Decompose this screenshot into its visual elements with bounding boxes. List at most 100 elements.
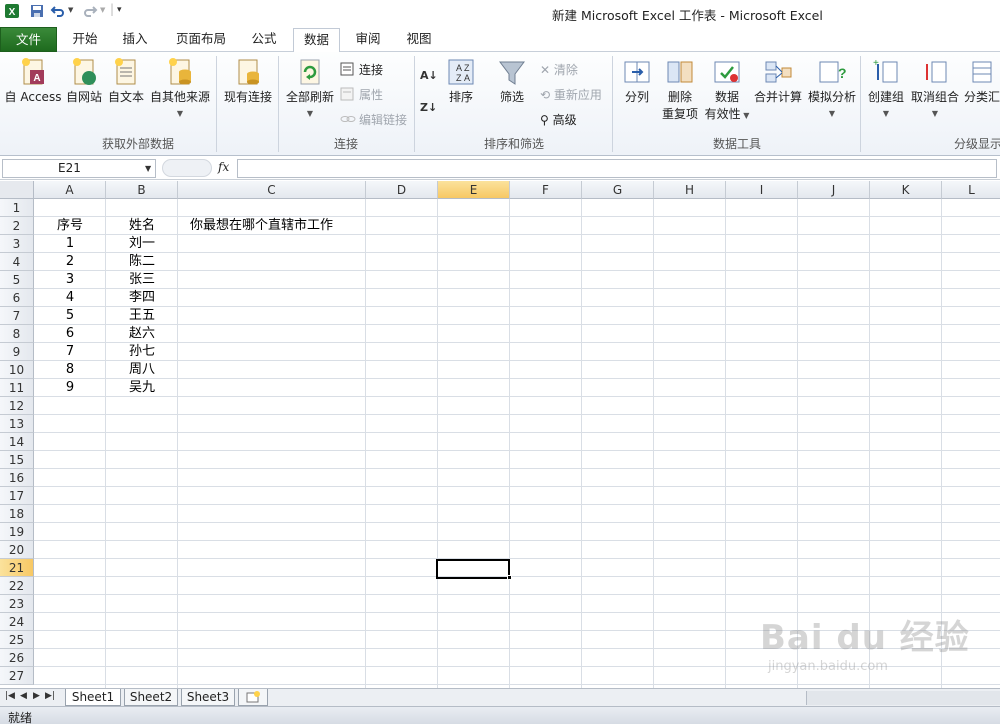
- cell-a4[interactable]: 2: [34, 253, 106, 271]
- from-other-sources-button[interactable]: 自其他来源 ▼: [148, 56, 212, 119]
- row-header-13[interactable]: 13: [0, 415, 34, 433]
- column-header-k[interactable]: K: [870, 181, 942, 199]
- cell-b11[interactable]: 吴九: [106, 379, 178, 397]
- row-header-5[interactable]: 5: [0, 271, 34, 289]
- row-header-18[interactable]: 18: [0, 505, 34, 523]
- connections-button[interactable]: 连接: [340, 61, 383, 78]
- existing-connections-button[interactable]: 现有连接: [220, 56, 276, 105]
- row-header-14[interactable]: 14: [0, 433, 34, 451]
- column-header-g[interactable]: G: [582, 181, 654, 199]
- tab-page-layout[interactable]: 页面布局: [166, 28, 236, 52]
- undo-dropdown-icon[interactable]: ▼: [68, 6, 73, 14]
- row-header-16[interactable]: 16: [0, 469, 34, 487]
- row-header-3[interactable]: 3: [0, 235, 34, 253]
- cell-b10[interactable]: 周八: [106, 361, 178, 379]
- cell-c2[interactable]: 你最想在哪个直辖市工作: [190, 217, 333, 235]
- tab-data[interactable]: 数据: [293, 28, 340, 53]
- cell-a2[interactable]: 序号: [34, 217, 106, 235]
- cell-a8[interactable]: 6: [34, 325, 106, 343]
- cell-b6[interactable]: 李四: [106, 289, 178, 307]
- ungroup-button[interactable]: 取消组合 ▼: [910, 56, 960, 119]
- data-validation-button[interactable]: 数据 有效性 ▼: [704, 56, 750, 122]
- horizontal-scrollbar[interactable]: [806, 691, 1000, 705]
- chevron-down-icon[interactable]: ▼: [145, 164, 151, 173]
- row-header-15[interactable]: 15: [0, 451, 34, 469]
- cell-b3[interactable]: 刘一: [106, 235, 178, 253]
- first-sheet-icon[interactable]: |◀: [5, 691, 15, 701]
- tab-formulas[interactable]: 公式: [243, 28, 285, 52]
- row-header-24[interactable]: 24: [0, 613, 34, 631]
- row-header-10[interactable]: 10: [0, 361, 34, 379]
- from-access-button[interactable]: A 自 Access: [4, 56, 62, 105]
- clear-filter-button[interactable]: ✕ 清除: [540, 61, 578, 78]
- cell-a5[interactable]: 3: [34, 271, 106, 289]
- column-header-j[interactable]: J: [798, 181, 870, 199]
- row-header-7[interactable]: 7: [0, 307, 34, 325]
- cell-b4[interactable]: 陈二: [106, 253, 178, 271]
- filter-button[interactable]: 筛选: [494, 56, 530, 105]
- sort-descending-button[interactable]: Z↓: [420, 100, 437, 115]
- column-header-f[interactable]: F: [510, 181, 582, 199]
- save-icon[interactable]: [29, 3, 45, 19]
- redo-dropdown-icon[interactable]: ▼: [100, 6, 105, 14]
- sheet-tab-3[interactable]: Sheet3: [181, 689, 235, 706]
- edit-links-button[interactable]: 编辑链接: [340, 111, 407, 128]
- column-header-l[interactable]: L: [942, 181, 1000, 199]
- tab-file[interactable]: 文件: [0, 27, 57, 52]
- column-header-i[interactable]: I: [726, 181, 798, 199]
- row-header-22[interactable]: 22: [0, 577, 34, 595]
- row-header-8[interactable]: 8: [0, 325, 34, 343]
- sort-ascending-button[interactable]: A↓: [420, 68, 438, 83]
- insert-function-icon[interactable]: fx: [218, 160, 229, 174]
- customize-icon[interactable]: ▾: [117, 5, 122, 15]
- cell-a6[interactable]: 4: [34, 289, 106, 307]
- excel-logo-icon[interactable]: X: [4, 3, 20, 19]
- column-header-b[interactable]: B: [106, 181, 178, 199]
- next-sheet-icon[interactable]: ▶: [33, 691, 40, 701]
- cell-a3[interactable]: 1: [34, 235, 106, 253]
- row-header-9[interactable]: 9: [0, 343, 34, 361]
- sort-button[interactable]: AZZA 排序: [444, 56, 478, 105]
- row-header-2[interactable]: 2: [0, 217, 34, 235]
- cell-a9[interactable]: 7: [34, 343, 106, 361]
- active-cell-border[interactable]: [436, 559, 510, 579]
- column-header-h[interactable]: H: [654, 181, 726, 199]
- text-to-columns-button[interactable]: 分列: [618, 56, 656, 105]
- row-header-4[interactable]: 4: [0, 253, 34, 271]
- undo-icon[interactable]: [50, 3, 66, 19]
- row-header-26[interactable]: 26: [0, 649, 34, 667]
- row-header-21[interactable]: 21: [0, 559, 34, 577]
- cell-a10[interactable]: 8: [34, 361, 106, 379]
- row-header-25[interactable]: 25: [0, 631, 34, 649]
- row-header-20[interactable]: 20: [0, 541, 34, 559]
- formula-input[interactable]: [237, 159, 997, 178]
- column-header-c[interactable]: C: [178, 181, 366, 199]
- row-header-19[interactable]: 19: [0, 523, 34, 541]
- advanced-filter-button[interactable]: ⚲ 高级: [540, 111, 577, 128]
- name-box[interactable]: E21: [2, 159, 156, 178]
- sheet-tab-1[interactable]: Sheet1: [65, 689, 121, 706]
- refresh-all-button[interactable]: 全部刷新 ▼: [284, 56, 336, 119]
- last-sheet-icon[interactable]: ▶|: [45, 691, 55, 701]
- select-all-corner[interactable]: [0, 181, 34, 199]
- tab-home[interactable]: 开始: [64, 28, 106, 52]
- insert-sheet-button[interactable]: [238, 689, 268, 706]
- from-text-button[interactable]: 自文本: [106, 56, 146, 105]
- tab-insert[interactable]: 插入: [114, 28, 156, 52]
- cell-b2[interactable]: 姓名: [106, 217, 178, 235]
- from-web-button[interactable]: 自网站: [64, 56, 104, 105]
- row-header-11[interactable]: 11: [0, 379, 34, 397]
- cell-b9[interactable]: 孙七: [106, 343, 178, 361]
- column-header-e[interactable]: E: [438, 181, 510, 199]
- row-header-23[interactable]: 23: [0, 595, 34, 613]
- fill-handle[interactable]: [507, 575, 512, 580]
- consolidate-button[interactable]: 合并计算: [752, 56, 804, 105]
- prev-sheet-icon[interactable]: ◀: [20, 691, 27, 701]
- tab-review[interactable]: 审阅: [347, 28, 389, 52]
- row-header-17[interactable]: 17: [0, 487, 34, 505]
- what-if-analysis-button[interactable]: ? 模拟分析 ▼: [806, 56, 858, 119]
- redo-icon[interactable]: [82, 3, 98, 19]
- cell-a7[interactable]: 5: [34, 307, 106, 325]
- row-header-27[interactable]: 27: [0, 667, 34, 685]
- cell-b8[interactable]: 赵六: [106, 325, 178, 343]
